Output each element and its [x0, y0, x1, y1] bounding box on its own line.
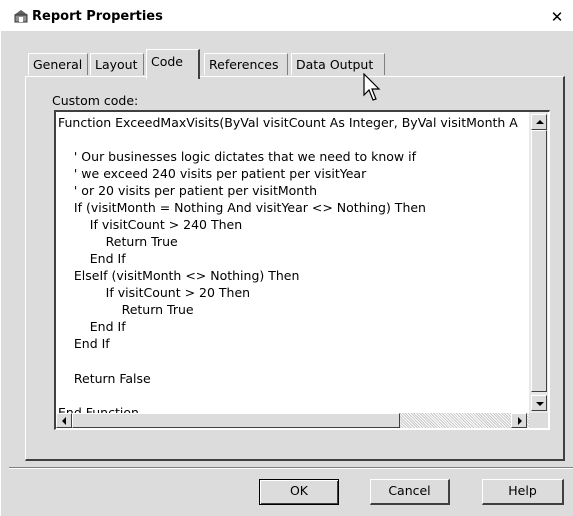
vertical-scrollbar[interactable] — [529, 112, 548, 413]
code-line: ' or 20 visits per patient per visitMont… — [58, 183, 318, 198]
report-properties-icon — [14, 10, 28, 23]
code-line: If (visitMonth = Nothing And visitYear <… — [58, 200, 426, 215]
code-tab-panel: Custom code: Function ExceedMaxVisits(By… — [25, 76, 565, 461]
tab-data-output[interactable]: Data Output — [291, 53, 385, 75]
close-icon[interactable]: ✕ — [549, 9, 565, 25]
code-line: ' Our businesses logic dictates that we … — [58, 149, 416, 164]
code-line: End If — [58, 319, 126, 334]
code-line: ' we exceed 240 visits per patient per v… — [58, 166, 367, 181]
code-line: Return False — [58, 371, 151, 386]
window-title: Report Properties — [32, 9, 163, 24]
code-line: ElseIf (visitMonth <> Nothing) Then — [58, 268, 300, 283]
title-bar[interactable]: Report Properties ✕ — [1, 1, 573, 31]
mouse-pointer-icon — [363, 73, 381, 101]
scroll-left-arrow-icon — [62, 417, 66, 425]
scroll-up-arrow-icon — [536, 120, 544, 124]
help-button[interactable]: Help — [482, 479, 564, 505]
code-line: If visitCount > 20 Then — [58, 285, 251, 300]
horizontal-scrollbar[interactable] — [56, 413, 529, 428]
tab-general[interactable]: General — [28, 53, 88, 75]
scroll-left-button[interactable] — [56, 413, 72, 428]
vertical-scroll-thumb[interactable] — [531, 130, 547, 392]
footer-divider — [9, 467, 573, 469]
scroll-right-arrow-icon — [518, 417, 522, 425]
code-line: End Function — [58, 405, 139, 413]
horizontal-scroll-thumb[interactable] — [72, 413, 400, 428]
scroll-right-button[interactable] — [511, 413, 527, 428]
code-line: End If — [58, 336, 110, 351]
tab-code[interactable]: Code — [146, 49, 200, 79]
code-line: If visitCount > 240 Then — [58, 217, 243, 232]
scrollbar-corner — [529, 413, 548, 428]
scroll-up-button[interactable] — [531, 114, 547, 130]
custom-code-editor[interactable]: Function ExceedMaxVisits(ByVal visitCoun… — [54, 110, 550, 430]
report-properties-dialog: Report Properties ✕ General Layout Code … — [0, 0, 573, 516]
code-line: Return True — [58, 302, 194, 317]
code-line: End If — [58, 251, 126, 266]
code-line: Return True — [58, 234, 178, 249]
tab-layout[interactable]: Layout — [90, 53, 144, 75]
code-text-area[interactable]: Function ExceedMaxVisits(ByVal visitCoun… — [56, 112, 529, 413]
scroll-down-arrow-icon — [536, 402, 544, 406]
scroll-down-button[interactable] — [531, 395, 547, 411]
ok-button[interactable]: OK — [259, 479, 339, 505]
code-line: Function ExceedMaxVisits(ByVal visitCoun… — [58, 115, 518, 130]
cancel-button[interactable]: Cancel — [370, 479, 450, 505]
custom-code-label: Custom code: — [52, 93, 139, 108]
tab-references[interactable]: References — [204, 53, 288, 75]
